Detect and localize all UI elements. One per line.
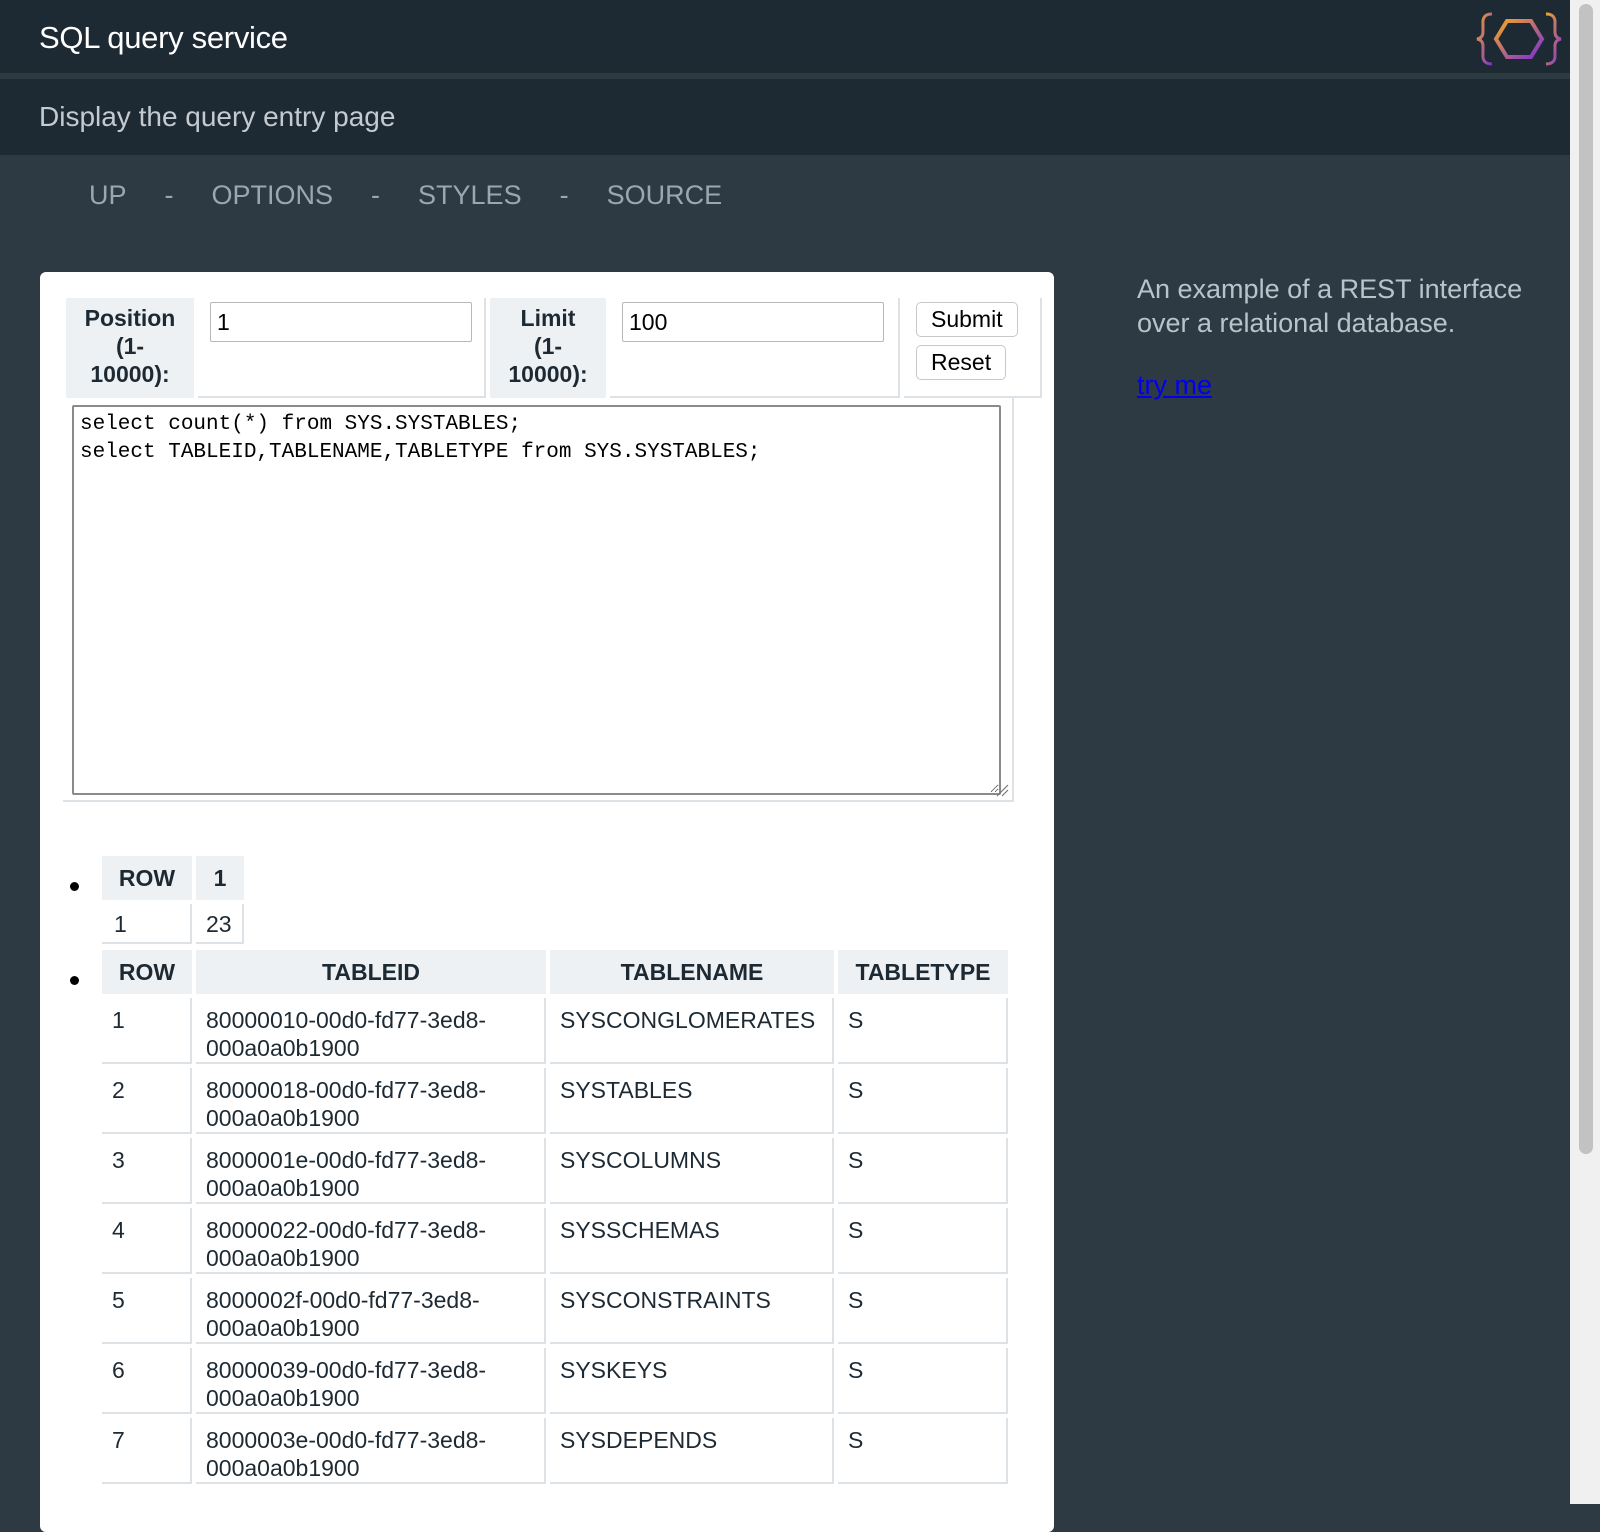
table-cell: SYSTABLES: [550, 1068, 834, 1134]
sql-cell: select count(*) from SYS.SYSTABLES; sele…: [63, 398, 1014, 802]
app-header: SQL query service: [0, 0, 1570, 76]
table-cell: S: [838, 1138, 1008, 1204]
nav-up[interactable]: UP: [89, 180, 127, 211]
table-cell: 8000001e-00d0-fd77-3ed8-000a0a0b1900: [196, 1138, 546, 1204]
side-panel: An example of a REST interface over a re…: [1137, 272, 1557, 402]
table-cell: S: [838, 1068, 1008, 1134]
nav-separator: -: [164, 180, 174, 210]
table-cell: S: [838, 998, 1008, 1064]
table-cell: 3: [102, 1138, 192, 1204]
nav-options[interactable]: OPTIONS: [212, 180, 334, 211]
side-description: An example of a REST interface over a re…: [1137, 274, 1523, 338]
resize-grip-icon[interactable]: [995, 783, 1009, 797]
position-input[interactable]: [210, 302, 472, 342]
table-cell: 1: [102, 998, 192, 1064]
nav-bar: UP - OPTIONS - STYLES - SOURCE: [89, 180, 722, 211]
query-card: Position (1-10000): Limit (1-10000): Sub…: [40, 272, 1054, 1532]
table-cell: 6: [102, 1348, 192, 1414]
table-cell: SYSCOLUMNS: [550, 1138, 834, 1204]
subheader: Display the query entry page: [0, 79, 1570, 155]
query-form: Position (1-10000): Limit (1-10000): Sub…: [62, 294, 1046, 402]
nav-separator: -: [371, 180, 381, 210]
table-row: 1 80000010-00d0-fd77-3ed8-000a0a0b1900 S…: [102, 998, 1008, 1064]
column-header: TABLEID: [196, 950, 546, 994]
table-cell: SYSCONSTRAINTS: [550, 1278, 834, 1344]
logo-icon: [1476, 12, 1562, 66]
table-cell: S: [838, 1348, 1008, 1414]
table-row: 5 8000002f-00d0-fd77-3ed8-000a0a0b1900 S…: [102, 1278, 1008, 1344]
column-header: TABLETYPE: [838, 950, 1008, 994]
table-cell: 80000039-00d0-fd77-3ed8-000a0a0b1900: [196, 1348, 546, 1414]
table-header-row: ROW TABLEID TABLENAME TABLETYPE: [102, 950, 1008, 994]
table-cell: SYSCONGLOMERATES: [550, 998, 834, 1064]
table-cell: 23: [196, 904, 244, 944]
table-cell: 8000002f-00d0-fd77-3ed8-000a0a0b1900: [196, 1278, 546, 1344]
table-cell: S: [838, 1418, 1008, 1484]
reset-button[interactable]: Reset: [916, 345, 1007, 380]
column-header: ROW: [102, 950, 192, 994]
limit-cell: [610, 298, 900, 398]
table-cell: 80000018-00d0-fd77-3ed8-000a0a0b1900: [196, 1068, 546, 1134]
table-cell: 4: [102, 1208, 192, 1274]
button-cell: Submit Reset: [904, 298, 1042, 398]
table-row: 6 80000039-00d0-fd77-3ed8-000a0a0b1900 S…: [102, 1348, 1008, 1414]
table-row: 2 80000018-00d0-fd77-3ed8-000a0a0b1900 S…: [102, 1068, 1008, 1134]
table-cell: 2: [102, 1068, 192, 1134]
column-header: TABLENAME: [550, 950, 834, 994]
table-cell: 7: [102, 1418, 192, 1484]
nav-separator: -: [559, 180, 569, 210]
column-header: ROW: [102, 856, 192, 900]
table-cell: 8000003e-00d0-fd77-3ed8-000a0a0b1900: [196, 1418, 546, 1484]
column-header: 1: [196, 856, 244, 900]
table-cell: S: [838, 1278, 1008, 1344]
try-me-link[interactable]: try me: [1137, 368, 1212, 402]
page-subtitle: Display the query entry page: [39, 101, 396, 132]
limit-input[interactable]: [622, 302, 884, 342]
table-cell: 80000010-00d0-fd77-3ed8-000a0a0b1900: [196, 998, 546, 1064]
table-row: 7 8000003e-00d0-fd77-3ed8-000a0a0b1900 S…: [102, 1418, 1008, 1484]
table-cell: 5: [102, 1278, 192, 1344]
table-cell: 80000022-00d0-fd77-3ed8-000a0a0b1900: [196, 1208, 546, 1274]
position-cell: [198, 298, 486, 398]
table-cell: 1: [102, 904, 192, 944]
table-row: 3 8000001e-00d0-fd77-3ed8-000a0a0b1900 S…: [102, 1138, 1008, 1204]
submit-button[interactable]: Submit: [916, 302, 1018, 337]
limit-label: Limit (1-10000):: [490, 298, 606, 398]
table-row: 4 80000022-00d0-fd77-3ed8-000a0a0b1900 S…: [102, 1208, 1008, 1274]
position-label: Position (1-10000):: [66, 298, 194, 398]
table-cell: SYSKEYS: [550, 1348, 834, 1414]
app-title: SQL query service: [39, 20, 288, 55]
nav-source[interactable]: SOURCE: [607, 180, 723, 211]
sql-textarea[interactable]: select count(*) from SYS.SYSTABLES; sele…: [72, 405, 1001, 795]
list-bullet: [70, 882, 79, 891]
table-cell: SYSSCHEMAS: [550, 1208, 834, 1274]
table-cell: SYSDEPENDS: [550, 1418, 834, 1484]
result-table-count: ROW 1 1 23: [98, 852, 248, 948]
scrollbar-thumb[interactable]: [1579, 4, 1593, 1154]
table-header-row: ROW 1: [102, 856, 244, 900]
result-table-systables: ROW TABLEID TABLENAME TABLETYPE 1 800000…: [98, 946, 1012, 1488]
table-cell: S: [838, 1208, 1008, 1274]
table-row: 1 23: [102, 904, 244, 944]
list-bullet: [70, 976, 79, 985]
nav-styles[interactable]: STYLES: [418, 180, 522, 211]
